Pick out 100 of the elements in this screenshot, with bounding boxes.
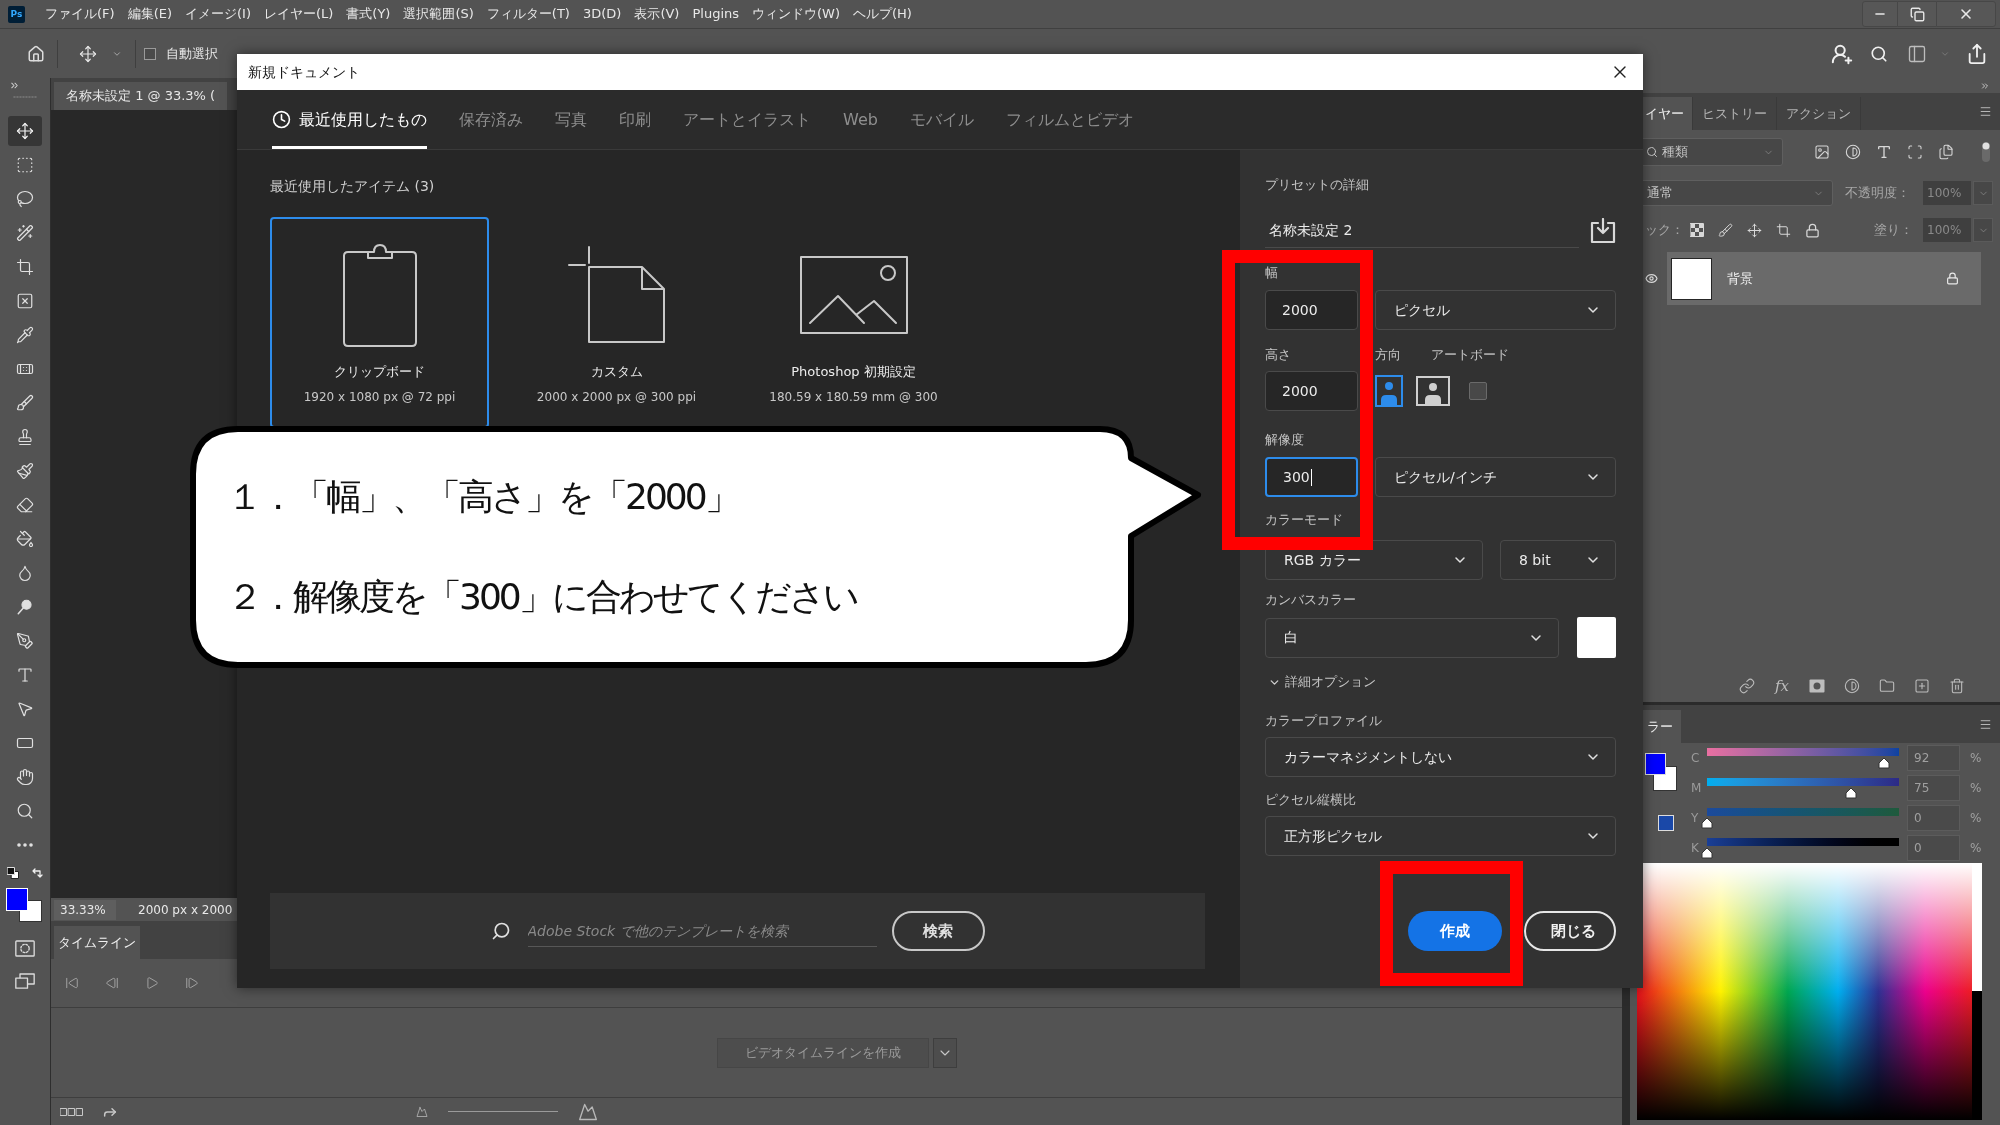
width-unit-dropdown[interactable]: ピクセル [1375,290,1616,330]
menu-item[interactable]: 選択範囲(S) [403,4,474,24]
step-forward-icon[interactable] [185,976,199,990]
link-icon[interactable] [1739,678,1755,694]
resolution-field[interactable]: 300 [1265,457,1358,497]
crop-icon[interactable] [1776,222,1791,238]
resolution-unit-dropdown[interactable]: ピクセル/インチ [1375,457,1616,497]
canvas-color-dropdown[interactable]: 白 [1265,617,1559,658]
search-icon[interactable] [1870,44,1888,63]
color-swatches-icon[interactable] [1645,753,1677,791]
landscape-orientation-icon[interactable] [1416,376,1450,406]
half-circle-icon[interactable] [1845,144,1861,160]
pixel-aspect-dropdown[interactable]: 正方形ピクセル [1265,816,1616,856]
panel-menu-icon[interactable] [1979,105,1992,118]
menu-item[interactable]: 3D(D) [582,4,622,24]
mountain-icon[interactable] [416,1105,428,1118]
advanced-options-toggle[interactable]: 詳細オプション [1265,672,1616,692]
create-button[interactable]: 作成 [1408,911,1502,951]
color-swatches-icon[interactable] [6,888,42,922]
new-layer-icon[interactable] [1914,678,1930,694]
width-field[interactable]: 2000 [1265,290,1358,330]
category-tab[interactable]: フィルムとビデオ [1005,90,1134,149]
restore-button[interactable] [1898,1,1936,27]
menu-item[interactable]: ファイル(F) [45,4,115,24]
swap-arrows-icon[interactable] [31,867,43,879]
menu-item[interactable]: Plugins [692,4,739,24]
slider-thumb[interactable] [1701,847,1713,859]
height-field[interactable]: 2000 [1265,371,1358,411]
quick-mask-icon[interactable] [15,940,35,957]
menu-item[interactable]: ヘルプ(H) [853,4,912,24]
artboard-checkbox[interactable] [1469,382,1487,400]
dropdown-button[interactable] [932,1037,957,1068]
menu-item[interactable]: フィルター(T) [486,4,570,24]
default-colors-icon[interactable] [7,867,19,879]
channel-value-field[interactable]: 92 [1907,745,1960,771]
checkerboard-icon[interactable] [1690,223,1704,237]
auto-select-checkbox[interactable] [144,47,156,60]
menu-item[interactable]: イメージ(I) [185,4,251,24]
folder-icon[interactable] [1879,678,1895,694]
move-icon[interactable] [1747,222,1762,238]
menu-item[interactable]: 編集(E) [127,4,172,24]
zoom-level-field[interactable]: 33.33% [54,899,116,920]
three-squares-icon[interactable] [60,1107,84,1116]
trash-icon[interactable] [1949,678,1965,694]
brush-icon[interactable] [1718,222,1733,238]
step-back-icon[interactable] [105,976,119,990]
color-profile-dropdown[interactable]: カラーマネジメントしない [1265,737,1616,777]
eye-icon[interactable] [1645,272,1658,285]
files-icon[interactable] [1938,144,1954,160]
preset-card[interactable]: カスタム 2000 x 2000 px @ 300 ppi [507,217,726,428]
lock-icon[interactable] [1805,222,1820,238]
menu-item[interactable]: 書式(Y) [346,4,391,24]
home-icon[interactable] [27,44,45,63]
menu-item[interactable]: 表示(V) [634,4,680,24]
slider-thumb[interactable] [1701,817,1713,829]
category-tab[interactable]: 印刷 [619,90,651,149]
preset-name-field[interactable]: 名称未設定 2 [1265,213,1579,248]
search-button[interactable]: 検索 [891,911,985,951]
play-icon[interactable] [145,976,159,990]
menu-item[interactable]: ウィンドウ(W) [752,4,840,24]
type-icon[interactable] [1876,144,1892,160]
share-icon[interactable] [1966,42,1988,65]
panel-menu-icon[interactable] [1979,717,1992,731]
move-icon[interactable] [79,44,97,63]
channel-value-field[interactable]: 0 [1907,835,1960,861]
mask-icon[interactable] [1809,679,1825,693]
portrait-orientation-icon[interactable] [1375,375,1403,407]
mountain-icon[interactable] [578,1101,598,1122]
screen-mode-icon[interactable] [15,973,35,990]
document-tab[interactable]: 名称未設定 1 @ 33.3% ( [54,82,228,110]
layer-name[interactable]: 背景 [1727,268,1753,289]
close-button[interactable] [1936,1,1996,27]
category-tab[interactable]: アートとイラスト [683,90,811,149]
bit-depth-dropdown[interactable]: 8 bit [1500,540,1616,580]
color-swatch-icon[interactable] [1577,617,1616,658]
timeline-tab[interactable]: タイムライン [54,926,140,959]
category-tab[interactable]: 保存済み [459,90,523,149]
auto-select-label[interactable]: 自動選択 [166,43,218,64]
preset-card[interactable]: Photoshop 初期設定 180.59 x 180.59 mm @ 300 [744,217,963,428]
half-circle-icon[interactable] [1844,678,1860,694]
image-icon[interactable] [1814,144,1830,160]
minimize-button[interactable] [1862,1,1898,27]
panel-layout-icon[interactable] [1906,43,1928,64]
menu-item[interactable]: レイヤー(L) [263,4,334,24]
transform-icon[interactable] [1907,144,1923,160]
channel-value-field[interactable]: 0 [1907,805,1960,831]
double-chevron-icon[interactable] [1980,80,1990,91]
close-dialog-button[interactable]: 閉じる [1524,911,1616,951]
color-ramp[interactable] [1637,863,1982,1120]
gamut-warning-swatch-icon[interactable] [1658,815,1674,831]
user-plus-icon[interactable] [1831,42,1853,65]
category-tab[interactable]: モバイル [909,90,974,149]
download-icon[interactable] [1590,217,1616,244]
stock-search-field[interactable]: Adobe Stock で他のテンプレートを検索 [527,915,877,947]
effects-button[interactable]: fx [1774,678,1790,694]
channel-value-field[interactable]: 75 [1907,775,1960,801]
toggle-icon[interactable] [1981,141,1991,163]
category-tab[interactable]: 写真 [555,90,587,149]
skip-back-icon[interactable] [65,976,79,990]
tool-button[interactable] [8,116,42,146]
